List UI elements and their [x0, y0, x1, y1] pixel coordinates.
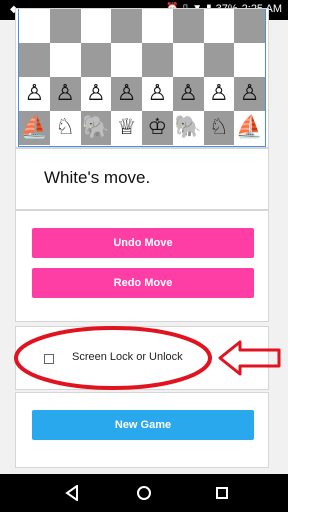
new-game-button[interactable]: New Game — [32, 410, 254, 440]
board-card: ♙ ♙ ♙ ♙ ♙ ♙ ♙ ♙ ⛵ ♘ 🐘 ♕ ♔ 🐘 ♘ ⛵ — [15, 8, 269, 148]
navigation-bar — [0, 474, 288, 512]
board-square[interactable] — [234, 43, 265, 77]
board-square[interactable] — [203, 9, 235, 43]
back-icon[interactable] — [62, 483, 82, 503]
white-pawn[interactable]: ♙ — [234, 77, 265, 111]
white-king[interactable]: ♔ — [142, 111, 173, 145]
board-square[interactable] — [49, 9, 81, 43]
app-content: ♙ ♙ ♙ ♙ ♙ ♙ ♙ ♙ ⛵ ♘ 🐘 ♕ ♔ 🐘 ♘ ⛵ White's … — [0, 8, 288, 474]
white-pawn[interactable]: ♙ — [49, 77, 81, 111]
board-square[interactable] — [111, 9, 142, 43]
redo-move-button[interactable]: Redo Move — [32, 268, 254, 298]
white-pawn[interactable]: ♙ — [203, 77, 235, 111]
undo-move-button[interactable]: Undo Move — [32, 228, 254, 258]
turn-indicator: White's move. — [44, 168, 151, 187]
white-elephant-piece[interactable]: 🐘 — [80, 111, 112, 145]
board-square[interactable] — [172, 43, 204, 77]
board-square[interactable] — [19, 9, 50, 43]
new-game-card: New Game — [15, 392, 269, 468]
white-knight[interactable]: ♘ — [49, 111, 81, 145]
board-square[interactable] — [172, 9, 204, 43]
chess-board[interactable]: ♙ ♙ ♙ ♙ ♙ ♙ ♙ ♙ ⛵ ♘ 🐘 ♕ ♔ 🐘 ♘ ⛵ — [18, 9, 266, 147]
white-pawn[interactable]: ♙ — [142, 77, 173, 111]
board-square[interactable] — [111, 43, 142, 77]
lock-card: Screen Lock or Unlock — [15, 326, 269, 390]
board-square[interactable] — [80, 9, 112, 43]
white-pawn[interactable]: ♙ — [172, 77, 204, 111]
screen-lock-label[interactable]: Screen Lock or Unlock — [72, 351, 183, 363]
turn-card: White's move. — [15, 148, 269, 210]
white-pawn[interactable]: ♙ — [111, 77, 142, 111]
moves-card: Undo Move Redo Move — [15, 210, 269, 322]
home-icon[interactable] — [134, 483, 154, 503]
white-queen[interactable]: ♕ — [111, 111, 142, 145]
white-boat-piece[interactable]: ⛵ — [234, 111, 265, 145]
white-pawn[interactable]: ♙ — [80, 77, 112, 111]
board-rank-back: ⛵ ♘ 🐘 ♕ ♔ 🐘 ♘ ⛵ — [19, 111, 265, 145]
white-knight[interactable]: ♘ — [203, 111, 235, 145]
board-square[interactable] — [142, 43, 173, 77]
board-square[interactable] — [142, 9, 173, 43]
white-boat-piece[interactable]: ⛵ — [19, 111, 50, 145]
board-square[interactable] — [80, 43, 112, 77]
board-square[interactable] — [49, 43, 81, 77]
board-square[interactable] — [203, 43, 235, 77]
screen-lock-checkbox[interactable] — [44, 354, 54, 364]
board-rank — [19, 9, 265, 43]
board-rank — [19, 43, 265, 77]
board-square[interactable] — [234, 9, 265, 43]
white-pawn[interactable]: ♙ — [19, 77, 50, 111]
board-rank-pawns: ♙ ♙ ♙ ♙ ♙ ♙ ♙ ♙ — [19, 77, 265, 111]
board-square[interactable] — [19, 43, 50, 77]
white-elephant-piece[interactable]: 🐘 — [172, 111, 204, 145]
recents-icon[interactable] — [212, 483, 232, 503]
